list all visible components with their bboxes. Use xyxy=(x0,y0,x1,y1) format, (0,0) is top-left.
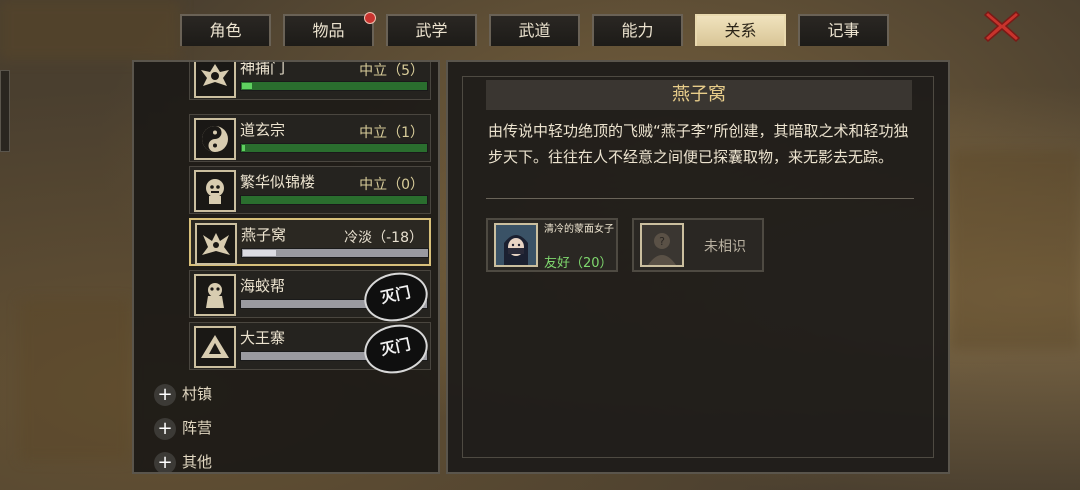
category-label: 其他 xyxy=(182,453,213,471)
faction-name: 燕子窝 xyxy=(241,226,287,244)
faction-title: 燕子窝 xyxy=(486,80,912,110)
faction-status: 中立（5） xyxy=(359,63,424,79)
close-button[interactable] xyxy=(982,8,1022,44)
faction-name: 道玄宗 xyxy=(240,121,286,139)
close-icon xyxy=(983,10,1021,43)
reputation-bar xyxy=(240,143,428,153)
category-label: 村镇 xyxy=(182,385,213,403)
faction-description: 由传说中轻功绝顶的飞贼“燕子李”所创建，其暗取之术和轻功独步天下。往往在人不经意… xyxy=(488,122,909,166)
tab-items[interactable]: 物品 xyxy=(283,12,376,46)
faction-item-haijiaobang[interactable]: 海蛟帮 灭门 xyxy=(189,266,433,328)
eagle-emblem-icon xyxy=(194,62,236,98)
expand-plus-icon: + xyxy=(154,383,176,406)
tab-label: 武学 xyxy=(415,21,448,40)
faction-item-fanhuasijinlou[interactable]: 繁华似锦楼 中立（0） xyxy=(189,166,431,214)
reputation-bar xyxy=(240,195,428,205)
faction-status: 中立（0） xyxy=(359,177,424,193)
category-towns[interactable]: + 村镇 xyxy=(154,383,212,406)
faction-name: 神捕门 xyxy=(240,60,286,77)
reputation-bar xyxy=(241,248,429,258)
reputation-bar xyxy=(240,81,428,91)
tab-abilities[interactable]: 能力 xyxy=(592,14,683,46)
swallow-emblem-icon xyxy=(195,223,237,265)
category-others[interactable]: + 其他 xyxy=(154,451,213,472)
scene-ground xyxy=(20,300,130,460)
dragon-emblem-icon xyxy=(194,274,236,316)
tab-relations[interactable]: 关系 xyxy=(695,14,786,46)
expand-plus-icon: + xyxy=(154,417,176,440)
category-camps[interactable]: + 阵营 xyxy=(154,417,212,440)
tab-label: 关系 xyxy=(724,21,757,40)
tab-label: 物品 xyxy=(312,21,345,40)
side-drawer-handle[interactable] xyxy=(0,70,10,152)
tab-label: 记事 xyxy=(827,21,860,40)
tab-label: 能力 xyxy=(621,21,654,40)
faction-name: 大王寨 xyxy=(240,329,286,347)
faction-list-panel[interactable]: 神捕门 中立（5） 道玄宗 中立（1） 繁华似锦楼 中立（0） 燕子窝 冷淡（-… xyxy=(132,60,440,474)
reputation-fill xyxy=(242,83,252,89)
notification-badge xyxy=(364,12,376,24)
lion-emblem-icon xyxy=(194,170,236,212)
tab-martial-arts[interactable]: 武学 xyxy=(386,14,477,46)
npc-card[interactable]: 清冷的蒙面女子 友好（20） xyxy=(486,218,618,272)
npc-card-unknown[interactable]: ? 未相识 xyxy=(632,218,764,272)
scene-building xyxy=(950,150,1080,350)
divider xyxy=(486,198,914,199)
tab-label: 武道 xyxy=(518,21,551,40)
category-label: 阵营 xyxy=(182,419,213,437)
tab-journal[interactable]: 记事 xyxy=(798,14,889,46)
faction-detail-panel: 燕子窝 由传说中轻功绝顶的飞贼“燕子李”所创建，其暗取之术和轻功独步天下。往往在… xyxy=(446,60,950,474)
faction-item-daoxuanzong[interactable]: 道玄宗 中立（1） xyxy=(189,114,431,162)
tab-martial-way[interactable]: 武道 xyxy=(489,14,580,46)
faction-status: 冷淡（-18） xyxy=(344,230,423,246)
tab-label: 角色 xyxy=(209,21,242,40)
svg-text:?: ? xyxy=(659,235,665,248)
tab-character[interactable]: 角色 xyxy=(180,14,271,46)
tab-bar: 角色 物品 武学 武道 能力 关系 记事 xyxy=(180,12,892,46)
reputation-fill xyxy=(242,145,245,151)
unknown-label: 未相识 xyxy=(704,239,746,255)
taiji-emblem-icon xyxy=(194,118,236,160)
faction-name: 繁华似锦楼 xyxy=(240,173,316,191)
faction-status: 中立（1） xyxy=(359,125,424,141)
npc-name: 清冷的蒙面女子 xyxy=(544,224,614,235)
expand-plus-icon: + xyxy=(154,451,176,472)
reputation-fill xyxy=(243,250,276,256)
faction-item-yanziwo[interactable]: 燕子窝 冷淡（-18） xyxy=(189,218,431,266)
destroyed-stamp: 灭门 xyxy=(359,266,433,328)
faction-item-dawangzhai[interactable]: 大王寨 灭门 xyxy=(189,318,433,380)
npc-portrait xyxy=(494,223,538,267)
unknown-portrait-icon: ? xyxy=(640,223,684,267)
scene-rooftop xyxy=(0,0,180,60)
faction-item-shenbumen[interactable]: 神捕门 中立（5） xyxy=(189,60,431,100)
destroyed-stamp: 灭门 xyxy=(359,318,433,380)
npc-relation: 友好（20） xyxy=(544,256,613,271)
faction-name: 海蛟帮 xyxy=(240,277,286,295)
mountain-emblem-icon xyxy=(194,326,236,368)
